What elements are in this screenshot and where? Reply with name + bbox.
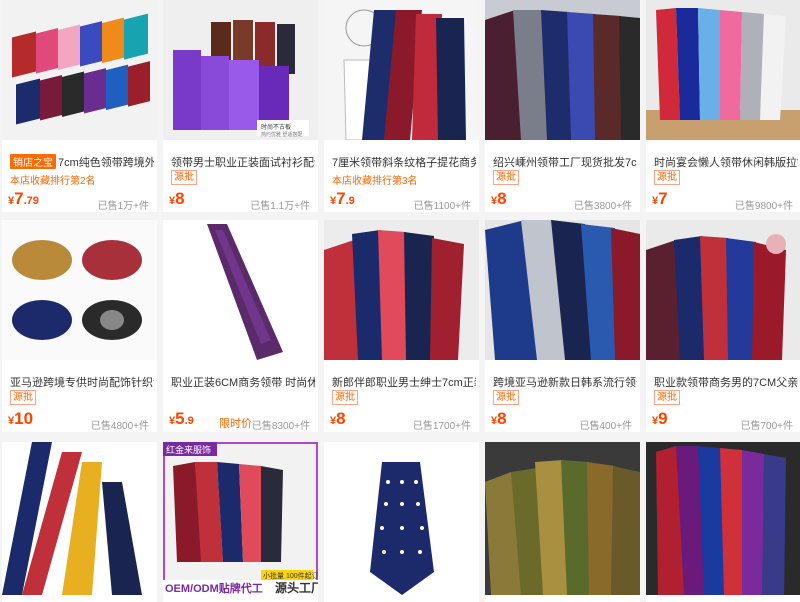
product-image[interactable] bbox=[324, 220, 479, 360]
product-card[interactable] bbox=[646, 442, 800, 602]
product-card[interactable]: 时尚不古板 简约优雅 舒适搭配 领带男士职业正装面试衬衫配饰冬 源批 ¥8 已售… bbox=[163, 0, 318, 212]
product-image[interactable]: 时尚不古板 简约优雅 舒适搭配 bbox=[163, 0, 318, 140]
source-tag: 源批 bbox=[10, 390, 36, 405]
sold-count: 已售1100+件 bbox=[413, 201, 471, 212]
product-title[interactable]: 亚马逊跨境专供时尚配饰针织领带 bbox=[10, 374, 154, 390]
sold-count: 已售3800+件 bbox=[573, 201, 632, 212]
price: ¥8 bbox=[491, 409, 507, 428]
product-title[interactable]: 绍兴嵊州领带工厂现货批发7cm男 bbox=[493, 154, 637, 170]
source-tag: 源批 bbox=[171, 170, 197, 185]
product-image[interactable] bbox=[324, 442, 479, 595]
sold-count: 已售1.1万+件 bbox=[250, 201, 310, 212]
source-tag: 源批 bbox=[493, 390, 519, 405]
rank-text: 本店收藏排行第2名 bbox=[10, 176, 96, 187]
overlay-factory: 源头工厂 bbox=[275, 580, 318, 595]
rank-text: 本店收藏排行第3名 bbox=[332, 176, 418, 187]
source-tag: 源批 bbox=[332, 390, 358, 405]
price: ¥5.9 bbox=[169, 409, 194, 428]
price: ¥8 bbox=[491, 189, 507, 208]
product-image[interactable] bbox=[2, 442, 157, 595]
source-tag: 源批 bbox=[654, 390, 680, 405]
product-title[interactable]: 跨境亚马逊新款日韩系流行领部配 bbox=[493, 374, 637, 390]
product-image[interactable] bbox=[646, 442, 800, 595]
product-grid: 销店之宝7cm纯色领带跨境外贸批 本店收藏排行第2名 ¥7.79 已售1万+件 … bbox=[0, 0, 800, 602]
price: ¥9 bbox=[652, 409, 668, 428]
image-caption: 时尚不古板 bbox=[261, 123, 291, 131]
price: ¥7.79 bbox=[8, 189, 39, 208]
product-title[interactable]: 职业正装6CM商务领带 时尚休闲 bbox=[171, 374, 315, 390]
product-title[interactable]: 职业款领带商务男的7CM父亲节 bbox=[654, 374, 798, 390]
product-card[interactable]: 新郎伴郎职业男士绅士7cm正装领 源批 ¥8 已售1700+件 bbox=[324, 220, 479, 432]
source-tag: 源批 bbox=[654, 170, 680, 185]
product-image[interactable] bbox=[2, 0, 157, 140]
product-title[interactable]: 销店之宝7cm纯色领带跨境外贸批 bbox=[10, 154, 154, 170]
product-image[interactable] bbox=[163, 220, 318, 360]
price: ¥8 bbox=[169, 189, 185, 208]
source-tag: 源批 bbox=[493, 170, 519, 185]
price: ¥7.9 bbox=[330, 189, 355, 208]
product-card[interactable]: 绍兴嵊州领带工厂现货批发7cm男 源批 ¥8 已售3800+件 bbox=[485, 0, 640, 212]
product-image[interactable] bbox=[2, 220, 157, 360]
product-image[interactable] bbox=[485, 0, 640, 140]
limited-price-label: 限时价 bbox=[219, 418, 252, 430]
product-card[interactable]: 7厘米领带斜条纹格子提花商务正 本店收藏排行第3名 ¥7.9 已售1100+件 bbox=[324, 0, 479, 212]
product-card[interactable] bbox=[2, 442, 157, 602]
sold-count: 已售1700+件 bbox=[412, 421, 471, 432]
sold-count: 已售400+件 bbox=[579, 421, 632, 432]
sold-count: 已售9800+件 bbox=[734, 201, 793, 212]
product-image[interactable] bbox=[646, 220, 800, 360]
sold-count: 已售1万+件 bbox=[97, 201, 149, 212]
product-title[interactable]: 时尚宴会懒人领带休闲韩版拉链领 bbox=[654, 154, 798, 170]
overlay-title: 红金来服饰 bbox=[166, 444, 211, 455]
price: ¥7 bbox=[652, 189, 668, 208]
product-card[interactable]: 红金来服饰 小批量 100件起订 OEM/ODM贴牌代工 源头工厂 bbox=[163, 442, 318, 602]
product-title[interactable]: 7厘米领带斜条纹格子提花商务正 bbox=[332, 154, 476, 170]
shop-badge: 销店之宝 bbox=[10, 154, 56, 169]
sold-count: 已售700+件 bbox=[740, 421, 793, 432]
product-image[interactable] bbox=[485, 220, 640, 360]
sold-count: 已售4800+件 bbox=[90, 421, 149, 432]
product-image[interactable] bbox=[485, 442, 640, 595]
price: ¥10 bbox=[8, 409, 34, 428]
product-card[interactable]: 跨境亚马逊新款日韩系流行领部配 源批 ¥8 已售400+件 bbox=[485, 220, 640, 432]
overlay-badge: 小批量 100件起订 bbox=[263, 571, 318, 580]
price: ¥8 bbox=[330, 409, 346, 428]
product-title[interactable]: 领带男士职业正装面试衬衫配饰冬 bbox=[171, 154, 315, 170]
product-card[interactable]: 职业正装6CM商务领带 时尚休闲 ¥5.9 限时价 已售8300+件 bbox=[163, 220, 318, 432]
product-card[interactable]: 时尚宴会懒人领带休闲韩版拉链领 源批 ¥7 已售9800+件 bbox=[646, 0, 800, 212]
product-card[interactable] bbox=[485, 442, 640, 602]
overlay-oem: OEM/ODM贴牌代工 bbox=[165, 581, 263, 595]
image-caption: 简约优雅 舒适搭配 bbox=[261, 131, 302, 138]
product-title[interactable]: 新郎伴郎职业男士绅士7cm正装领 bbox=[332, 374, 476, 390]
product-card[interactable]: 亚马逊跨境专供时尚配饰针织领带 源批 ¥10 已售4800+件 bbox=[2, 220, 157, 432]
product-card[interactable]: 销店之宝7cm纯色领带跨境外贸批 本店收藏排行第2名 ¥7.79 已售1万+件 bbox=[2, 0, 157, 212]
product-card[interactable] bbox=[324, 442, 479, 602]
product-image[interactable] bbox=[324, 0, 479, 140]
sold-count: 已售8300+件 bbox=[251, 421, 310, 432]
product-image[interactable] bbox=[646, 0, 800, 140]
product-card[interactable]: 职业款领带商务男的7CM父亲节 源批 ¥9 已售700+件 bbox=[646, 220, 800, 432]
product-image[interactable]: 红金来服饰 小批量 100件起订 OEM/ODM贴牌代工 源头工厂 bbox=[163, 442, 318, 595]
